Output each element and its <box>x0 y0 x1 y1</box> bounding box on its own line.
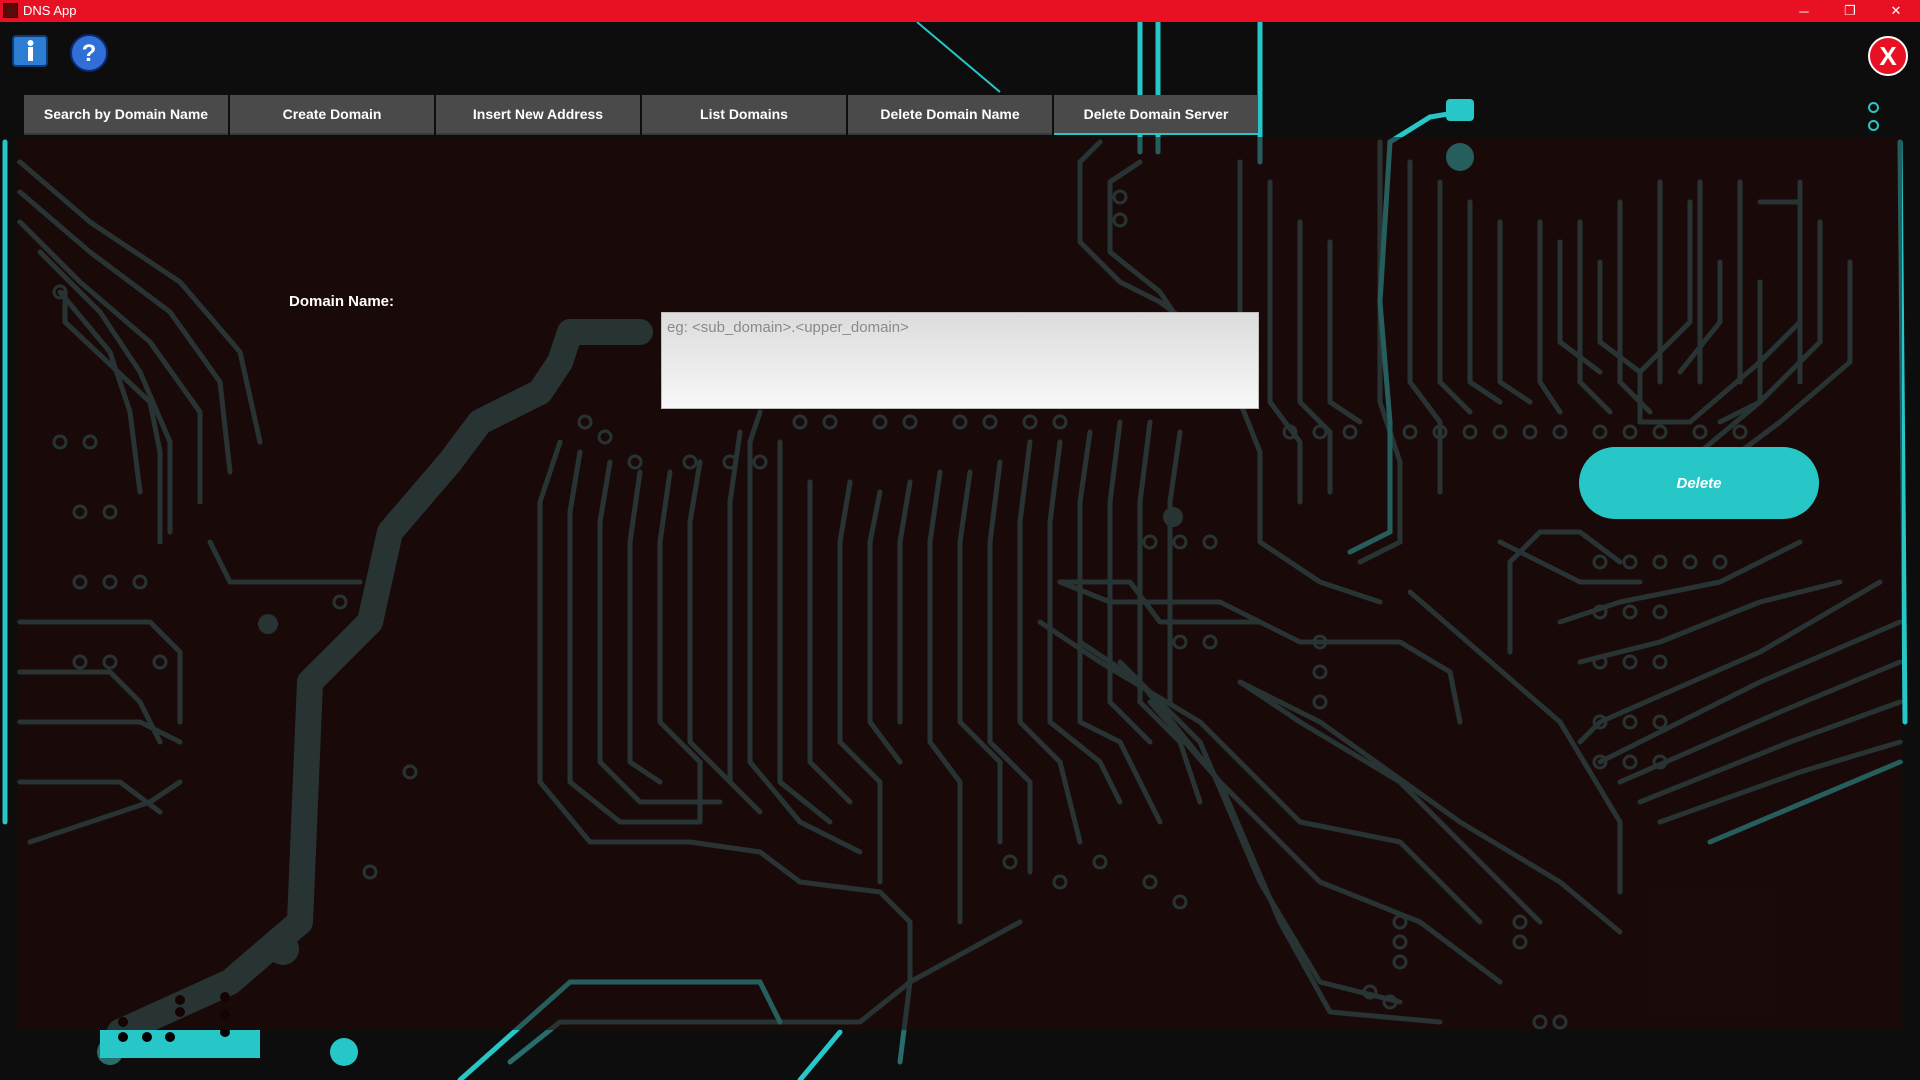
nav-tabs: Search by Domain Name Create Domain Inse… <box>24 95 1260 135</box>
window-title: DNS App <box>23 3 77 18</box>
tab-delete-domain-name[interactable]: Delete Domain Name <box>848 95 1052 135</box>
tab-list-domains[interactable]: List Domains <box>642 95 846 135</box>
minimize-icon: ─ <box>1799 3 1809 19</box>
content-panel <box>18 137 1902 1030</box>
close-app-button[interactable]: X <box>1868 36 1908 76</box>
close-window-button[interactable]: ✕ <box>1873 0 1919 22</box>
side-indicator <box>1868 102 1879 113</box>
maximize-icon: ❐ <box>1844 3 1856 18</box>
domain-name-label: Domain Name: <box>289 293 395 310</box>
tab-search-by-domain-name[interactable]: Search by Domain Name <box>24 95 228 135</box>
svg-text:?: ? <box>82 40 97 67</box>
domain-name-input[interactable] <box>661 312 1259 409</box>
tab-insert-new-address[interactable]: Insert New Address <box>436 95 640 135</box>
minimize-button[interactable]: ─ <box>1781 0 1827 22</box>
maximize-button[interactable]: ❐ <box>1827 0 1873 22</box>
title-bar: DNS App ─ ❐ ✕ <box>0 0 1920 22</box>
close-icon: ✕ <box>1890 3 1902 18</box>
side-indicator <box>1868 120 1879 131</box>
info-button[interactable] <box>10 33 50 73</box>
app-icon <box>3 3 18 18</box>
info-icon <box>12 35 48 67</box>
help-icon: ? <box>70 34 108 72</box>
help-button[interactable]: ? <box>69 33 109 73</box>
delete-button[interactable]: Delete <box>1579 447 1819 519</box>
tab-create-domain[interactable]: Create Domain <box>230 95 434 135</box>
tab-delete-domain-server[interactable]: Delete Domain Server <box>1054 95 1258 135</box>
